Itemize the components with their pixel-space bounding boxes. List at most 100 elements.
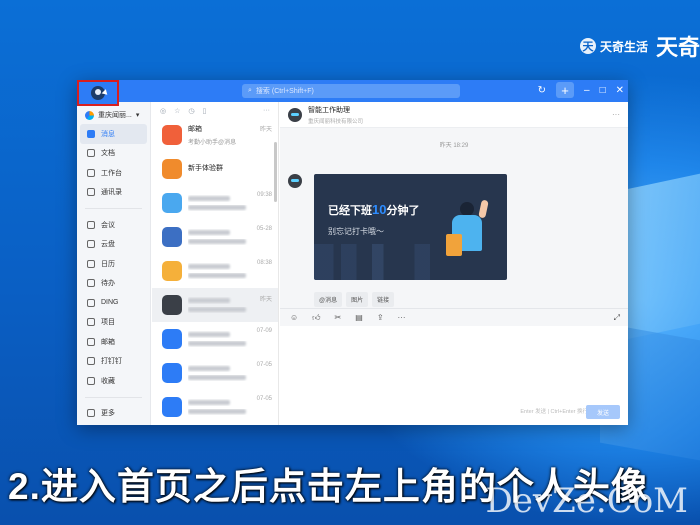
conversation-item[interactable]: 07-09 bbox=[152, 322, 278, 356]
conversation-item[interactable]: 新手体验群 bbox=[152, 152, 278, 186]
sidebar-item-label: 云盘 bbox=[101, 241, 115, 249]
sidebar-item[interactable]: 待办 bbox=[77, 274, 150, 294]
attachment-icon[interactable]: ▤ bbox=[355, 313, 363, 322]
upload-icon[interactable]: ⇪ bbox=[377, 313, 384, 322]
conversation-name: 新手体验群 bbox=[188, 164, 223, 172]
scrollbar[interactable] bbox=[274, 142, 277, 202]
search-input[interactable]: ⌕ 搜索 (Ctrl+Shift+F) bbox=[242, 84, 460, 98]
sidebar-item[interactable]: 会议 bbox=[77, 215, 150, 235]
brand-big-text: 天奇 bbox=[655, 35, 700, 60]
sidebar-item-label: 打钉钉 bbox=[101, 358, 122, 366]
sidebar-item[interactable]: 文档 bbox=[77, 144, 150, 164]
quick-action-button[interactable]: 图片 bbox=[346, 292, 369, 307]
sidebar-item[interactable]: DING bbox=[77, 293, 150, 313]
conversation-avatar bbox=[162, 363, 182, 383]
sidebar-item[interactable]: 项目 bbox=[77, 313, 150, 333]
ding-icon bbox=[87, 298, 95, 307]
chat-header: 智能工作助理 重庆闻丽科技有限公司 ··· bbox=[280, 102, 628, 128]
minimize-icon[interactable]: – bbox=[584, 85, 590, 96]
title-bar: ⌕ 搜索 (Ctrl+Shift+F) ↻ + – □ ✕ bbox=[77, 80, 628, 106]
conversation-item[interactable]: 邮箱 考勤小助手@消息 昨天 bbox=[152, 118, 278, 152]
brand-logo: 天 天奇生活 天奇 bbox=[579, 30, 700, 62]
attendance-icon bbox=[87, 357, 95, 366]
reminder-card[interactable]: 已经下班10分钟了 别忘记打卡哦～ bbox=[314, 174, 507, 280]
emoji-icon[interactable]: ☺ bbox=[290, 313, 298, 322]
sidebar-item-label: 收藏 bbox=[101, 377, 115, 385]
compose-toolbar: ☺ 👍︎ ✂ ▤ ⇪ ··· ⤢ bbox=[280, 308, 628, 326]
conversation-item[interactable]: 08:38 bbox=[152, 254, 278, 288]
file-icon[interactable]: ▯ bbox=[203, 107, 207, 115]
expand-icon[interactable]: ⤢ bbox=[614, 313, 620, 323]
sidebar-item[interactable]: 更多 bbox=[77, 404, 150, 424]
sidebar-item-label: 工作台 bbox=[101, 169, 122, 177]
star-icon bbox=[87, 376, 95, 385]
conversation-time: 昨天 bbox=[259, 127, 272, 133]
sidebar-item-label: 日历 bbox=[101, 260, 115, 268]
brand-name: 天奇生活 bbox=[599, 39, 648, 54]
close-icon[interactable]: ✕ bbox=[616, 85, 624, 96]
app-window: ⌕ 搜索 (Ctrl+Shift+F) ↻ + – □ ✕ 重庆闻丽... ▾ … bbox=[77, 80, 628, 425]
conversation-preview bbox=[188, 374, 272, 381]
star-icon[interactable]: ☆ bbox=[174, 107, 180, 115]
chevron-down-icon: ▾ bbox=[135, 112, 140, 119]
thumb-up-icon[interactable]: 👍︎ bbox=[312, 313, 320, 323]
sidebar-item[interactable]: 邮箱 bbox=[77, 332, 150, 352]
sidebar-item[interactable]: 工作台 bbox=[77, 163, 150, 183]
conversation-list: ◎ ☆ ◷ ▯ ··· 邮箱 考勤小助手@消息 昨天新手体验群 09:38 05-28 0… bbox=[152, 102, 279, 425]
bot-avatar[interactable] bbox=[288, 174, 302, 188]
bot-avatar[interactable] bbox=[288, 107, 302, 122]
conversation-time: 08:38 bbox=[256, 260, 272, 266]
sidebar-item[interactable]: 消息 bbox=[80, 124, 147, 144]
sidebar-item[interactable]: 云盘 bbox=[77, 235, 150, 255]
more-icon bbox=[87, 409, 95, 418]
quick-action-button[interactable]: 链接 bbox=[372, 292, 395, 307]
conversation-avatar bbox=[162, 125, 182, 145]
quick-action-button[interactable]: @消息 bbox=[314, 292, 343, 307]
more-icon[interactable]: ··· bbox=[398, 313, 406, 322]
history-icon[interactable]: ↻ bbox=[538, 85, 546, 96]
conversation-preview bbox=[188, 204, 272, 211]
sidebar-item[interactable]: 打钉钉 bbox=[77, 352, 150, 372]
sidebar-item-label: 邮箱 bbox=[101, 338, 115, 346]
send-button[interactable]: 发送 bbox=[586, 405, 620, 419]
message-input[interactable]: Enter 发送 | Ctrl+Enter 换行 发送 bbox=[280, 326, 628, 425]
card-subline: 别忘记打卡哦～ bbox=[328, 227, 384, 236]
card-headline-post: 分钟了 bbox=[386, 205, 420, 217]
conversation-avatar bbox=[162, 227, 182, 247]
maximize-icon[interactable]: □ bbox=[600, 85, 606, 96]
conversation-item[interactable]: 07-05 bbox=[152, 390, 278, 424]
calendar-icon bbox=[87, 259, 95, 268]
unread-icon[interactable]: ◷ bbox=[188, 107, 194, 115]
chat-more-icon[interactable]: ··· bbox=[612, 110, 620, 119]
conversation-item[interactable]: 昨天 bbox=[152, 288, 278, 322]
sidebar-item[interactable]: 日历 bbox=[77, 254, 150, 274]
conversation-preview bbox=[188, 306, 272, 313]
more-icon[interactable]: ··· bbox=[263, 107, 270, 114]
conversation-avatar bbox=[162, 295, 182, 315]
sidebar-item-label: 会议 bbox=[101, 221, 115, 229]
meeting-icon bbox=[87, 220, 95, 229]
conversation-preview bbox=[188, 408, 272, 415]
sidebar-item-label: 更多 bbox=[101, 410, 115, 418]
sidebar-item[interactable]: 收藏 bbox=[77, 371, 150, 391]
conversation-item[interactable]: 09:38 bbox=[152, 186, 278, 220]
conversation-item[interactable]: 07-05 bbox=[152, 356, 278, 390]
conversation-items: 邮箱 考勤小助手@消息 昨天 新手体验群 09:38 05-28 08:38 昨天 07-09 0… bbox=[152, 118, 278, 424]
org-name: 重庆闻丽... bbox=[98, 112, 132, 119]
watermark: DevZe.CoM bbox=[485, 481, 688, 521]
user-avatar-button[interactable] bbox=[77, 80, 119, 106]
card-headline-number: 10 bbox=[372, 202, 387, 217]
nav-divider bbox=[85, 208, 142, 209]
mention-icon[interactable]: ◎ bbox=[160, 107, 166, 115]
sidebar-item[interactable]: 通讯录 bbox=[77, 183, 150, 203]
chat-title: 智能工作助理 bbox=[308, 106, 350, 114]
conversation-preview bbox=[188, 272, 272, 279]
add-button[interactable]: + bbox=[556, 82, 574, 98]
nav-divider bbox=[85, 396, 142, 398]
search-icon: ⌕ bbox=[248, 87, 252, 94]
scissors-icon[interactable]: ✂ bbox=[335, 313, 342, 322]
conversation-item[interactable]: 05-28 bbox=[152, 220, 278, 254]
sidebar-item-label: 项目 bbox=[101, 319, 115, 327]
org-logo-icon bbox=[85, 110, 94, 120]
conversation-avatar bbox=[162, 261, 182, 281]
